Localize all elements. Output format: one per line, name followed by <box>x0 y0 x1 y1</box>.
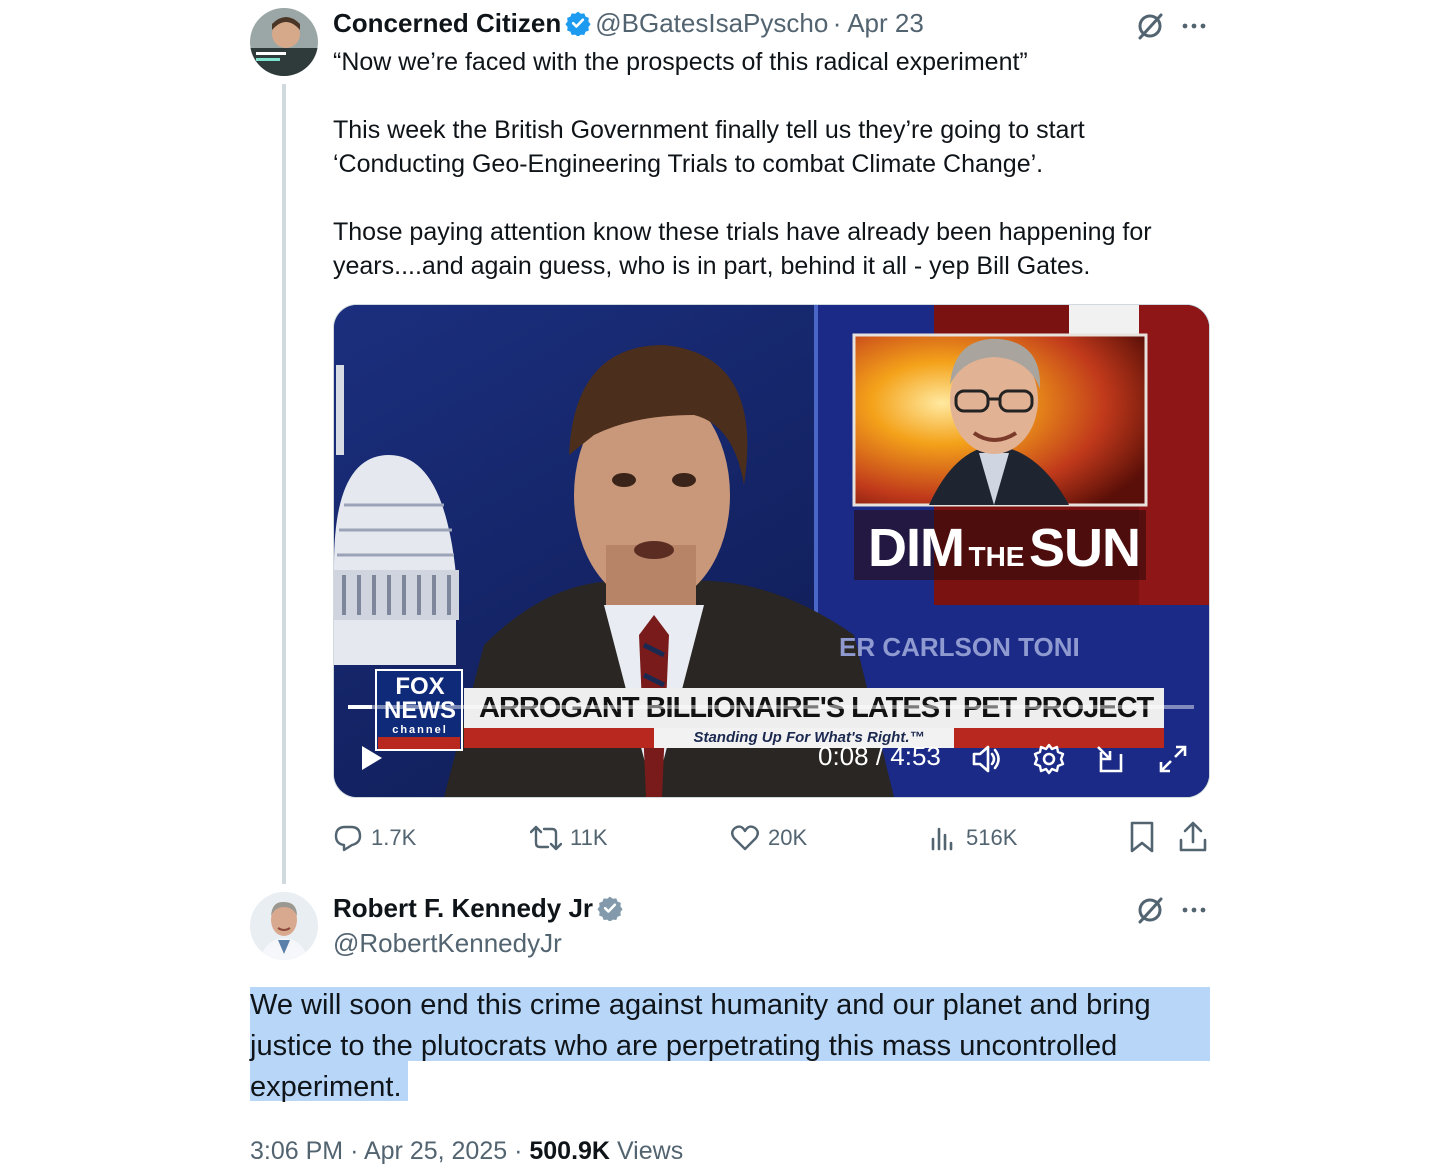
headline-dim: DIM <box>868 518 965 578</box>
tweet-text: “Now we’re faced with the prospects of t… <box>333 45 1203 283</box>
rfk-avatar[interactable] <box>250 892 318 960</box>
grok-icon[interactable] <box>1134 894 1166 931</box>
more-icon[interactable] <box>1180 896 1208 929</box>
tweet-paragraph: This week the British Government finally… <box>333 116 1085 178</box>
like-icon <box>731 825 759 851</box>
video-player[interactable]: DIM THE SUN ER CARLSON TONI FOX NEWS cha… <box>333 304 1210 798</box>
video-progress-fill <box>348 705 372 709</box>
like-count: 20K <box>768 825 808 850</box>
network-logo-top: FOX <box>395 673 445 700</box>
fullscreen-icon[interactable] <box>1156 742 1190 781</box>
reply-button[interactable]: 1.7K <box>333 818 416 858</box>
network-logo-mid: NEWS <box>384 697 456 724</box>
reply-header: Robert F. Kennedy Jr <box>333 893 627 924</box>
verified-badge-icon <box>565 10 591 37</box>
like-button[interactable]: 20K <box>730 818 807 858</box>
thread-connector-line <box>282 84 286 884</box>
grok-icon[interactable] <box>1134 10 1166 47</box>
volume-icon[interactable] <box>970 742 1004 781</box>
settings-icon[interactable] <box>1032 742 1066 781</box>
reply-views-count: 500.9K <box>529 1137 610 1165</box>
concerned-citizen-avatar[interactable] <box>250 8 318 76</box>
video-headline: DIM THE SUN <box>864 517 1144 579</box>
reply-icon <box>334 825 362 852</box>
share-icon[interactable] <box>1178 820 1208 859</box>
tweet-paragraph: Those paying attention know these trials… <box>333 218 1152 280</box>
show-name: ER CARLSON TONI <box>839 632 1080 662</box>
reply-count: 1.7K <box>371 825 417 850</box>
pip-icon[interactable] <box>1094 742 1128 781</box>
verified-badge-icon <box>597 895 623 922</box>
bookmark-icon[interactable] <box>1128 820 1156 859</box>
tweet-paragraph: “Now we’re faced with the prospects of t… <box>333 48 1028 76</box>
video-timestamp: 0:08 / 4:53 <box>818 741 941 771</box>
reply-meta: 3:06 PM · Apr 25, 2025 · 500.9K Views <box>250 1137 684 1165</box>
repost-icon <box>530 825 562 851</box>
video-progress-track[interactable] <box>348 705 1194 709</box>
reply-author-name[interactable]: Robert F. Kennedy Jr <box>333 893 593 923</box>
tweet-date[interactable]: · Apr 23 <box>833 8 924 38</box>
play-icon[interactable] <box>356 743 386 778</box>
author-handle[interactable]: @BGatesIsaPyscho <box>595 8 828 38</box>
network-logo-bottom: channel <box>392 724 448 736</box>
views-button[interactable]: 516K <box>930 818 1017 858</box>
author-name[interactable]: Concerned Citizen <box>333 8 561 38</box>
headline-the: THE <box>968 541 1025 572</box>
tweet-header: Concerned Citizen @BGatesIsaPyscho · Apr … <box>333 8 924 39</box>
more-icon[interactable] <box>1180 12 1208 45</box>
reply-author-handle[interactable]: @RobertKennedyJr <box>333 928 562 959</box>
repost-button[interactable]: 11K <box>530 818 608 858</box>
reply-date[interactable]: Apr 25, 2025 <box>364 1137 507 1165</box>
reply-views-label: Views <box>616 1137 684 1165</box>
views-icon <box>931 827 953 851</box>
reply-text: We will soon end this crime against huma… <box>250 989 1151 1103</box>
headline-sun: SUN <box>1028 518 1141 578</box>
views-count: 516K <box>966 825 1018 850</box>
reply-time[interactable]: 3:06 PM <box>250 1137 343 1165</box>
repost-count: 11K <box>570 825 608 850</box>
